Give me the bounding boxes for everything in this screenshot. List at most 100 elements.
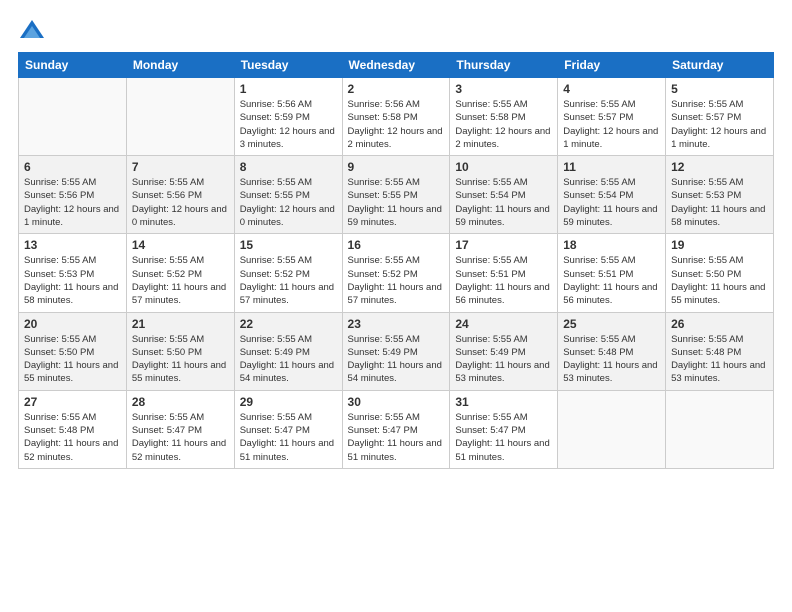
calendar-cell: 13 Sunrise: 5:55 AM Sunset: 5:53 PM Dayli…	[19, 234, 127, 312]
day-info: Sunrise: 5:55 AM Sunset: 5:47 PM Dayligh…	[455, 411, 552, 464]
day-info: Sunrise: 5:55 AM Sunset: 5:57 PM Dayligh…	[563, 98, 660, 151]
calendar-week-3: 13 Sunrise: 5:55 AM Sunset: 5:53 PM Dayli…	[19, 234, 774, 312]
day-info: Sunrise: 5:55 AM Sunset: 5:56 PM Dayligh…	[132, 176, 229, 229]
calendar-cell: 19 Sunrise: 5:55 AM Sunset: 5:50 PM Dayli…	[666, 234, 774, 312]
day-info: Sunrise: 5:55 AM Sunset: 5:52 PM Dayligh…	[348, 254, 445, 307]
day-info: Sunrise: 5:55 AM Sunset: 5:55 PM Dayligh…	[348, 176, 445, 229]
day-info: Sunrise: 5:55 AM Sunset: 5:57 PM Dayligh…	[671, 98, 768, 151]
calendar-cell: 2Sunrise: 5:56 AM Sunset: 5:58 PM Daylig…	[342, 78, 450, 156]
calendar-cell: 3 Sunrise: 5:55 AM Sunset: 5:58 PM Daylig…	[450, 78, 558, 156]
calendar-cell: 4Sunrise: 5:55 AM Sunset: 5:57 PM Daylig…	[558, 78, 666, 156]
day-number: 20	[24, 317, 121, 331]
calendar-cell	[19, 78, 127, 156]
day-number: 29	[240, 395, 337, 409]
day-number: 26	[671, 317, 768, 331]
day-info: Sunrise: 5:55 AM Sunset: 5:50 PM Dayligh…	[671, 254, 768, 307]
day-info: Sunrise: 5:55 AM Sunset: 5:47 PM Dayligh…	[240, 411, 337, 464]
calendar-cell: 11Sunrise: 5:55 AM Sunset: 5:54 PM Dayli…	[558, 156, 666, 234]
day-number: 22	[240, 317, 337, 331]
day-info: Sunrise: 5:55 AM Sunset: 5:52 PM Dayligh…	[240, 254, 337, 307]
logo	[18, 18, 52, 46]
day-info: Sunrise: 5:55 AM Sunset: 5:56 PM Dayligh…	[24, 176, 121, 229]
day-info: Sunrise: 5:55 AM Sunset: 5:51 PM Dayligh…	[455, 254, 552, 307]
day-number: 31	[455, 395, 552, 409]
header-friday: Friday	[558, 53, 666, 78]
calendar-cell: 10Sunrise: 5:55 AM Sunset: 5:54 PM Dayli…	[450, 156, 558, 234]
calendar-week-4: 20 Sunrise: 5:55 AM Sunset: 5:50 PM Dayli…	[19, 312, 774, 390]
calendar-cell: 17 Sunrise: 5:55 AM Sunset: 5:51 PM Dayli…	[450, 234, 558, 312]
day-number: 19	[671, 238, 768, 252]
calendar-cell: 31 Sunrise: 5:55 AM Sunset: 5:47 PM Dayli…	[450, 390, 558, 468]
day-number: 8	[240, 160, 337, 174]
calendar-cell: 29 Sunrise: 5:55 AM Sunset: 5:47 PM Dayli…	[234, 390, 342, 468]
day-info: Sunrise: 5:55 AM Sunset: 5:48 PM Dayligh…	[24, 411, 121, 464]
day-info: Sunrise: 5:55 AM Sunset: 5:51 PM Dayligh…	[563, 254, 660, 307]
header-monday: Monday	[126, 53, 234, 78]
day-number: 16	[348, 238, 445, 252]
calendar-cell: 14 Sunrise: 5:55 AM Sunset: 5:52 PM Dayli…	[126, 234, 234, 312]
calendar-cell	[558, 390, 666, 468]
header-thursday: Thursday	[450, 53, 558, 78]
calendar-cell: 23 Sunrise: 5:55 AM Sunset: 5:49 PM Dayli…	[342, 312, 450, 390]
day-number: 1	[240, 82, 337, 96]
page-container: SundayMondayTuesdayWednesdayThursdayFrid…	[0, 0, 792, 479]
day-number: 7	[132, 160, 229, 174]
day-number: 25	[563, 317, 660, 331]
logo-icon	[18, 18, 46, 46]
day-number: 14	[132, 238, 229, 252]
day-number: 27	[24, 395, 121, 409]
header	[18, 18, 774, 46]
day-number: 15	[240, 238, 337, 252]
day-info: Sunrise: 5:55 AM Sunset: 5:58 PM Dayligh…	[455, 98, 552, 151]
day-info: Sunrise: 5:55 AM Sunset: 5:49 PM Dayligh…	[240, 333, 337, 386]
calendar-cell	[666, 390, 774, 468]
calendar-cell: 20 Sunrise: 5:55 AM Sunset: 5:50 PM Dayli…	[19, 312, 127, 390]
calendar-cell: 12 Sunrise: 5:55 AM Sunset: 5:53 PM Dayli…	[666, 156, 774, 234]
day-info: Sunrise: 5:55 AM Sunset: 5:50 PM Dayligh…	[24, 333, 121, 386]
day-info: Sunrise: 5:55 AM Sunset: 5:54 PM Dayligh…	[563, 176, 660, 229]
header-wednesday: Wednesday	[342, 53, 450, 78]
day-info: Sunrise: 5:55 AM Sunset: 5:55 PM Dayligh…	[240, 176, 337, 229]
calendar-cell: 5 Sunrise: 5:55 AM Sunset: 5:57 PM Daylig…	[666, 78, 774, 156]
day-info: Sunrise: 5:55 AM Sunset: 5:48 PM Dayligh…	[671, 333, 768, 386]
day-number: 28	[132, 395, 229, 409]
day-number: 2	[348, 82, 445, 96]
day-info: Sunrise: 5:55 AM Sunset: 5:52 PM Dayligh…	[132, 254, 229, 307]
day-number: 5	[671, 82, 768, 96]
calendar-table: SundayMondayTuesdayWednesdayThursdayFrid…	[18, 52, 774, 469]
day-number: 24	[455, 317, 552, 331]
calendar-week-5: 27 Sunrise: 5:55 AM Sunset: 5:48 PM Dayli…	[19, 390, 774, 468]
day-number: 23	[348, 317, 445, 331]
calendar-cell: 26 Sunrise: 5:55 AM Sunset: 5:48 PM Dayli…	[666, 312, 774, 390]
day-info: Sunrise: 5:55 AM Sunset: 5:54 PM Dayligh…	[455, 176, 552, 229]
calendar-cell: 27 Sunrise: 5:55 AM Sunset: 5:48 PM Dayli…	[19, 390, 127, 468]
calendar-cell: 24Sunrise: 5:55 AM Sunset: 5:49 PM Dayli…	[450, 312, 558, 390]
day-info: Sunrise: 5:55 AM Sunset: 5:50 PM Dayligh…	[132, 333, 229, 386]
day-number: 21	[132, 317, 229, 331]
day-info: Sunrise: 5:55 AM Sunset: 5:53 PM Dayligh…	[671, 176, 768, 229]
calendar-cell: 28Sunrise: 5:55 AM Sunset: 5:47 PM Dayli…	[126, 390, 234, 468]
day-info: Sunrise: 5:55 AM Sunset: 5:48 PM Dayligh…	[563, 333, 660, 386]
day-number: 6	[24, 160, 121, 174]
header-saturday: Saturday	[666, 53, 774, 78]
day-number: 9	[348, 160, 445, 174]
calendar-cell: 15 Sunrise: 5:55 AM Sunset: 5:52 PM Dayli…	[234, 234, 342, 312]
day-number: 13	[24, 238, 121, 252]
calendar-cell: 16 Sunrise: 5:55 AM Sunset: 5:52 PM Dayli…	[342, 234, 450, 312]
day-info: Sunrise: 5:55 AM Sunset: 5:49 PM Dayligh…	[348, 333, 445, 386]
day-info: Sunrise: 5:56 AM Sunset: 5:59 PM Dayligh…	[240, 98, 337, 151]
calendar-cell: 8 Sunrise: 5:55 AM Sunset: 5:55 PM Daylig…	[234, 156, 342, 234]
calendar-cell: 25 Sunrise: 5:55 AM Sunset: 5:48 PM Dayli…	[558, 312, 666, 390]
calendar-cell: 6 Sunrise: 5:55 AM Sunset: 5:56 PM Daylig…	[19, 156, 127, 234]
day-info: Sunrise: 5:55 AM Sunset: 5:53 PM Dayligh…	[24, 254, 121, 307]
calendar-cell: 30Sunrise: 5:55 AM Sunset: 5:47 PM Dayli…	[342, 390, 450, 468]
header-sunday: Sunday	[19, 53, 127, 78]
calendar-cell: 7 Sunrise: 5:55 AM Sunset: 5:56 PM Daylig…	[126, 156, 234, 234]
calendar-cell: 1 Sunrise: 5:56 AM Sunset: 5:59 PM Daylig…	[234, 78, 342, 156]
day-number: 12	[671, 160, 768, 174]
day-number: 3	[455, 82, 552, 96]
day-number: 17	[455, 238, 552, 252]
calendar-week-1: 1 Sunrise: 5:56 AM Sunset: 5:59 PM Daylig…	[19, 78, 774, 156]
calendar-cell: 9 Sunrise: 5:55 AM Sunset: 5:55 PM Daylig…	[342, 156, 450, 234]
calendar-cell: 21 Sunrise: 5:55 AM Sunset: 5:50 PM Dayli…	[126, 312, 234, 390]
